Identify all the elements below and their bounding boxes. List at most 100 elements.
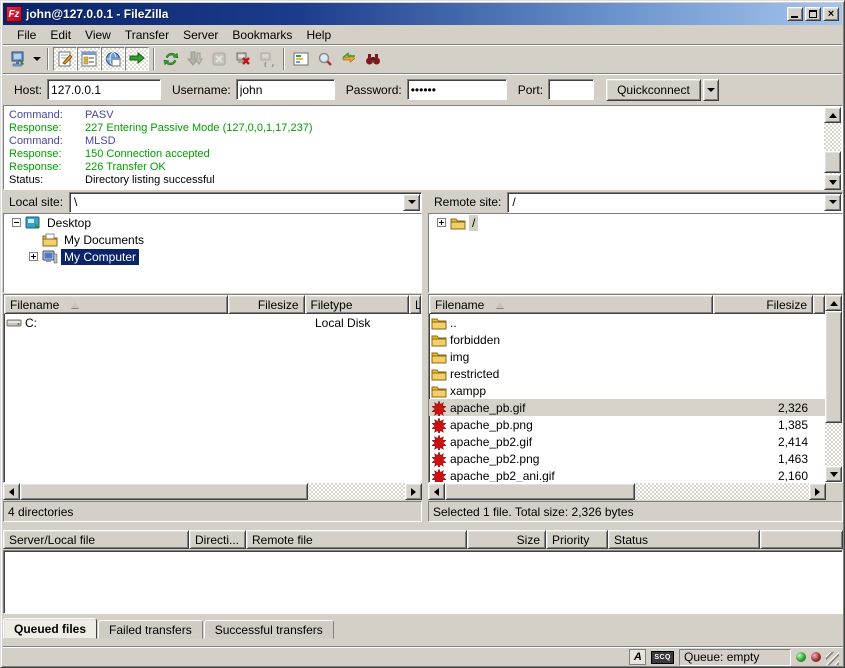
column-header-filename[interactable]: Filename xyxy=(429,295,713,314)
tree-item-desktop[interactable]: Desktop xyxy=(4,214,421,231)
file-row[interactable]: img xyxy=(429,348,825,365)
scroll-right-button[interactable] xyxy=(405,483,422,500)
file-row[interactable]: apache_pb2.gif 2,414 xyxy=(429,433,825,450)
scroll-left-button[interactable] xyxy=(428,483,445,500)
port-input[interactable] xyxy=(548,79,594,100)
status-bar: A SCQ Queue: empty xyxy=(3,646,843,667)
scroll-down-button[interactable] xyxy=(825,466,842,482)
scroll-thumb[interactable] xyxy=(824,151,841,173)
process-queue-button[interactable] xyxy=(183,47,207,71)
remote-site-combo[interactable]: / xyxy=(507,192,843,213)
file-row[interactable]: xampp xyxy=(429,382,825,399)
image-file-icon xyxy=(431,400,447,416)
process-queue-icon xyxy=(187,51,203,67)
scroll-up-button[interactable] xyxy=(825,295,842,311)
scroll-up-button[interactable] xyxy=(824,107,841,123)
find-files-button[interactable] xyxy=(361,47,385,71)
expand-icon[interactable] xyxy=(29,252,38,261)
menu-bar: File Edit View Transfer Server Bookmarks… xyxy=(3,26,842,44)
file-row[interactable]: restricted xyxy=(429,365,825,382)
queue-body xyxy=(3,550,843,614)
column-header-filename[interactable]: Filename xyxy=(4,295,228,314)
column-header-remote-file[interactable]: Remote file xyxy=(246,530,467,549)
reconnect-button[interactable] xyxy=(255,47,279,71)
tree-item-root[interactable]: / xyxy=(429,214,842,231)
scroll-thumb[interactable] xyxy=(20,483,308,500)
quickconnect-dropdown[interactable] xyxy=(703,79,719,101)
column-header-filesize[interactable]: Filesize xyxy=(713,295,813,314)
menu-bookmarks[interactable]: Bookmarks xyxy=(225,27,299,43)
password-input[interactable] xyxy=(407,79,507,100)
collapse-icon[interactable] xyxy=(12,218,21,227)
local-site-label: Local site: xyxy=(3,195,69,209)
minimize-button[interactable] xyxy=(787,7,803,21)
tree-item-my-computer[interactable]: My Computer xyxy=(4,248,421,265)
scroll-thumb[interactable] xyxy=(825,311,842,423)
column-header-priority[interactable]: Priority xyxy=(546,530,608,549)
title-bar[interactable]: Fz john@127.0.0.1 - FileZilla × xyxy=(3,3,842,25)
column-header-filesize[interactable]: Filesize xyxy=(228,295,305,314)
column-header-status[interactable]: Status xyxy=(608,530,760,549)
file-row[interactable]: .. xyxy=(429,314,825,331)
close-button[interactable]: × xyxy=(823,7,839,21)
toggle-transfer-queue-button[interactable] xyxy=(125,47,149,71)
column-header-server-local-file[interactable]: Server/Local file xyxy=(3,530,189,549)
remote-site-dropdown[interactable] xyxy=(824,194,841,211)
scroll-thumb[interactable] xyxy=(445,483,635,500)
expand-icon[interactable] xyxy=(437,218,446,227)
menu-view[interactable]: View xyxy=(78,27,118,43)
scroll-right-button[interactable] xyxy=(809,483,826,500)
log-line: Command:MLSD xyxy=(9,135,824,148)
quickconnect-button[interactable]: Quickconnect xyxy=(606,79,701,101)
menu-server[interactable]: Server xyxy=(176,27,225,43)
file-row[interactable]: apache_pb2.png 1,463 xyxy=(429,450,825,467)
toggle-local-tree-button[interactable] xyxy=(77,47,101,71)
local-site-combo[interactable]: \ xyxy=(69,192,422,213)
scq-indicator-icon[interactable]: SCQ xyxy=(651,651,674,664)
username-input[interactable] xyxy=(236,79,335,100)
file-name: img xyxy=(450,350,714,364)
site-manager-button[interactable] xyxy=(7,47,31,71)
tab-failed-transfers[interactable]: Failed transfers xyxy=(98,620,203,639)
file-size: 1,463 xyxy=(714,452,814,466)
disconnect-button[interactable] xyxy=(231,47,255,71)
site-manager-dropdown[interactable] xyxy=(31,47,43,71)
local-site-dropdown[interactable] xyxy=(403,194,420,211)
refresh-button[interactable] xyxy=(159,47,183,71)
maximize-button[interactable] xyxy=(805,7,821,21)
file-row[interactable]: apache_pb2_ani.gif 2,160 xyxy=(429,467,825,482)
directory-filters-button[interactable] xyxy=(289,47,313,71)
column-header-direction[interactable]: Directi... xyxy=(189,530,246,549)
menu-file[interactable]: File xyxy=(10,27,43,43)
toggle-remote-tree-button[interactable] xyxy=(101,47,125,71)
tab-successful-transfers[interactable]: Successful transfers xyxy=(204,620,334,639)
remote-hscrollbar[interactable] xyxy=(428,483,826,500)
remote-vscrollbar[interactable] xyxy=(825,295,842,482)
resize-grip[interactable] xyxy=(826,652,839,665)
tree-item-my-documents[interactable]: My Documents xyxy=(4,231,421,248)
file-row[interactable]: forbidden xyxy=(429,331,825,348)
file-row-selected[interactable]: apache_pb.gif 2,326 xyxy=(429,399,825,416)
scroll-down-button[interactable] xyxy=(824,174,841,190)
column-header-filetype[interactable]: Filetype xyxy=(305,295,410,314)
toggle-message-log-button[interactable] xyxy=(53,47,77,71)
cancel-operation-button[interactable] xyxy=(207,47,231,71)
transfer-type-indicator[interactable]: A xyxy=(629,649,646,665)
column-header-lastmodified[interactable]: L xyxy=(409,295,421,314)
file-row-c-drive[interactable]: C: Local Disk xyxy=(4,314,421,331)
menu-edit[interactable]: Edit xyxy=(43,27,78,43)
scroll-left-button[interactable] xyxy=(3,483,20,500)
menu-help[interactable]: Help xyxy=(299,27,338,43)
file-row[interactable]: apache_pb.png 1,385 xyxy=(429,416,825,433)
column-header-size[interactable]: Size xyxy=(467,530,546,549)
close-icon: × xyxy=(828,8,834,20)
file-name: apache_pb.gif xyxy=(450,401,714,415)
local-hscrollbar[interactable] xyxy=(3,483,422,500)
host-input[interactable] xyxy=(47,79,161,100)
menu-transfer[interactable]: Transfer xyxy=(118,27,176,43)
directory-comparison-button[interactable] xyxy=(313,47,337,71)
tab-queued-files[interactable]: Queued files xyxy=(3,618,97,639)
file-name: restricted xyxy=(450,367,714,381)
log-scrollbar[interactable] xyxy=(824,107,841,190)
synchronized-browsing-button[interactable] xyxy=(337,47,361,71)
